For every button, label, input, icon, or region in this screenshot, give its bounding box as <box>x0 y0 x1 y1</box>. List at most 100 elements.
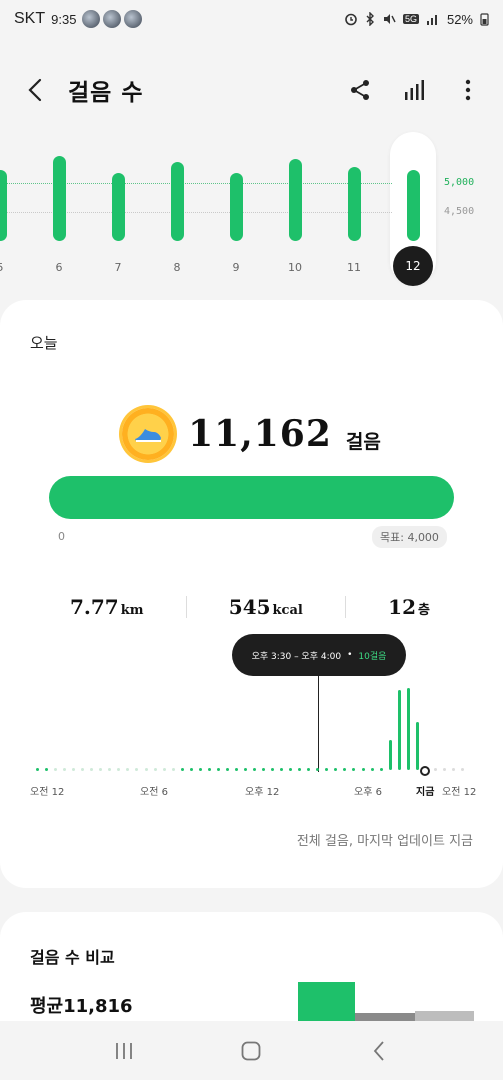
hourly-dot <box>316 768 319 771</box>
hour-label: 오전 6 <box>140 787 168 798</box>
hourly-dot <box>36 768 39 771</box>
alarm-icon <box>345 13 357 26</box>
shoe-badge-icon <box>122 408 175 460</box>
hourly-bar <box>389 740 392 770</box>
hourly-dot <box>307 768 310 771</box>
hourly-dot <box>54 768 57 771</box>
notification-avatar <box>103 10 122 28</box>
tooltip-steps: 10걸음 <box>358 651 387 662</box>
secondary-line-label: 4,500 <box>444 206 475 217</box>
selected-day-label[interactable]: 12 <box>393 246 433 286</box>
today-label: 오늘 <box>30 334 58 352</box>
hour-label: 오전 12 <box>30 787 65 798</box>
hourly-dot <box>289 768 292 771</box>
day-label: 6 <box>55 261 63 274</box>
hourly-dot <box>461 768 464 771</box>
hourly-dot <box>352 768 355 771</box>
tooltip-time: 오후 3:30 – 오후 4:00 <box>251 651 342 662</box>
day-bar[interactable] <box>112 173 125 241</box>
steps-progress-bar <box>49 476 454 519</box>
steps-value: 11,162 <box>188 413 332 455</box>
home-icon <box>242 1041 261 1060</box>
hourly-dot <box>154 768 157 771</box>
update-note: 전체 걸음, 마지막 업데이트 지금 <box>296 834 473 849</box>
app-bar: 걸음 수 <box>0 62 503 118</box>
home-button[interactable] <box>236 1036 266 1066</box>
weekly-steps-chart[interactable]: 5,000 4,500 5 6 7 8 9 10 11 12 <box>0 130 503 290</box>
distance-value: 7.77 <box>70 595 119 619</box>
compare-bar-today <box>298 982 355 1022</box>
day-bar[interactable] <box>171 162 184 241</box>
hourly-dot <box>262 768 265 771</box>
hourly-dot <box>135 768 138 771</box>
day-bar[interactable] <box>0 170 7 241</box>
calories-value: 545 <box>228 595 271 619</box>
steps-unit: 걸음 <box>345 430 381 453</box>
hourly-dot <box>271 768 274 771</box>
hourly-steps-chart[interactable] <box>36 680 466 774</box>
hourly-dot <box>163 768 166 771</box>
day-label: 7 <box>114 261 122 274</box>
day-label: 8 <box>173 261 181 274</box>
hourly-dot <box>380 768 383 771</box>
hour-label: 오전 12 <box>442 787 477 798</box>
day-label: 10 <box>288 261 302 274</box>
more-vert-icon <box>465 79 471 101</box>
hourly-dot <box>117 768 120 771</box>
back-button[interactable] <box>20 75 50 105</box>
hourly-dot <box>235 768 238 771</box>
share-icon <box>351 80 369 100</box>
day-bar[interactable] <box>348 167 361 241</box>
recent-apps-button[interactable] <box>109 1036 139 1066</box>
hourly-dot <box>280 768 283 771</box>
metric-divider <box>345 596 346 618</box>
floors-value: 12 <box>388 595 416 619</box>
distance-metric: 7.77 km <box>70 595 143 619</box>
day-bar[interactable] <box>289 159 302 241</box>
hourly-dot <box>72 768 75 771</box>
hourly-dot <box>443 768 446 771</box>
day-bar-selected[interactable] <box>407 170 420 241</box>
calories-metric: 545 kcal <box>229 595 303 619</box>
hourly-dot <box>208 768 211 771</box>
progress-start-label: 0 <box>58 530 65 543</box>
system-nav-bar <box>0 1021 503 1080</box>
hourly-dot <box>126 768 129 771</box>
share-button[interactable] <box>345 75 375 105</box>
hourly-dot <box>108 768 111 771</box>
network-badge: 5G <box>402 14 419 24</box>
compare-title: 걸음 수 비교 <box>30 948 115 967</box>
hourly-dot <box>90 768 93 771</box>
hourly-bar <box>407 688 410 770</box>
day-label: 9 <box>232 261 240 274</box>
hourly-dot <box>199 768 202 771</box>
nav-back-button[interactable] <box>364 1036 394 1066</box>
carrier-label: SKT <box>14 10 46 27</box>
notification-avatar <box>82 10 101 28</box>
calories-unit: kcal <box>272 603 303 618</box>
now-marker <box>420 766 430 776</box>
bluetooth-icon <box>366 12 374 26</box>
chevron-left-icon <box>28 78 42 102</box>
hourly-dot <box>81 768 84 771</box>
hourly-dot <box>343 768 346 771</box>
status-bar: SKT 9:35 5G 52% <box>0 0 503 38</box>
clock: 9:35 <box>51 11 77 27</box>
hourly-dot <box>244 768 247 771</box>
battery-text: 52% <box>446 11 473 27</box>
steps-summary: 11,162 걸음 <box>0 404 503 464</box>
today-card: 오늘 11,162 걸음 0 목표: 4,000 7.77 km 545 kcal … <box>0 300 503 888</box>
chart-button[interactable] <box>399 75 429 105</box>
hourly-dot <box>334 768 337 771</box>
hourly-tooltip: 오후 3:30 – 오후 4:00 • 10걸음 <box>232 634 406 676</box>
day-bar[interactable] <box>53 156 66 241</box>
hourly-dot <box>190 768 193 771</box>
day-label: 11 <box>347 261 361 274</box>
hourly-dot <box>172 768 175 771</box>
day-bar[interactable] <box>230 173 243 241</box>
more-options-button[interactable] <box>453 75 483 105</box>
tooltip-bullet: • <box>347 650 353 660</box>
hourly-dot <box>452 768 455 771</box>
goal-chip[interactable]: 목표: 4,000 <box>372 526 447 548</box>
hourly-dot <box>226 768 229 771</box>
